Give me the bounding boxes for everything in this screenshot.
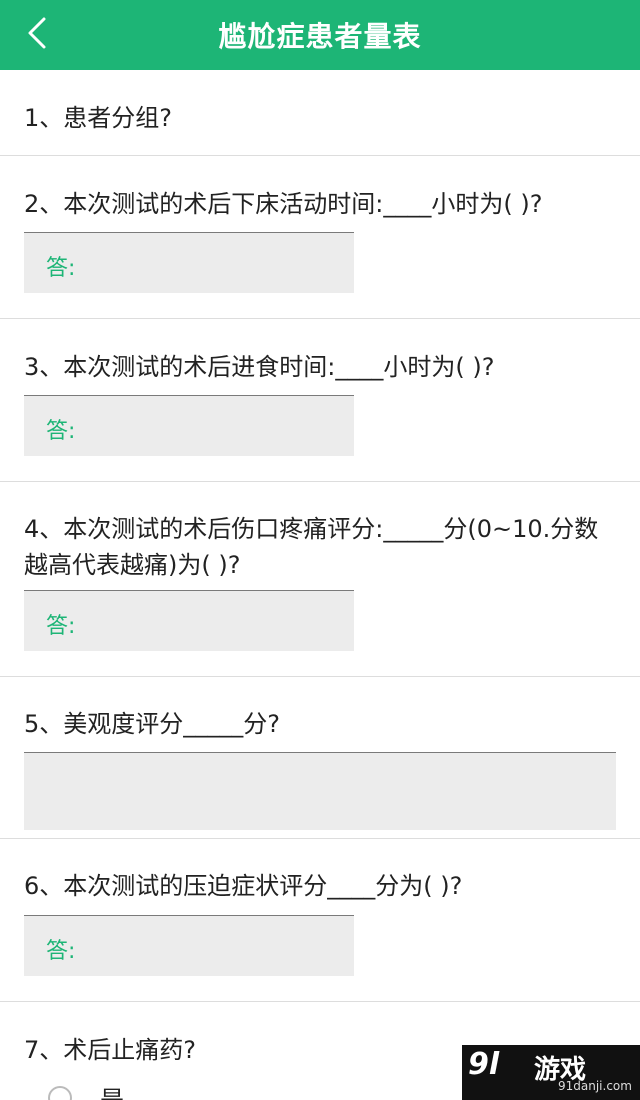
option-label: 是 [100,1086,124,1100]
question-2-text: 2、本次测试的术后下床活动时间:____小时为( )? [24,190,543,218]
divider [0,481,640,482]
question-5-answer-field[interactable] [24,752,616,830]
question-5-text: 5、美观度评分_____分? [24,710,281,738]
watermark-logo: 9l 游戏 91danji.com [462,1045,640,1100]
divider [0,838,640,839]
divider [0,155,640,156]
back-button[interactable] [14,10,60,56]
divider [0,1001,640,1002]
watermark-number: 9l [468,1047,500,1082]
question-4-answer-field[interactable]: 答: [24,590,354,651]
chevron-left-icon [28,17,46,49]
question-2-answer-field[interactable]: 答: [24,232,354,293]
question-3-answer-field[interactable]: 答: [24,395,354,456]
answer-label: 答: [46,256,76,281]
question-3-text: 3、本次测试的术后进食时间:____小时为( )? [24,353,495,381]
watermark-domain: 91danji.com [558,1079,632,1093]
divider [0,676,640,677]
app-header: 尴尬症患者量表 [0,0,640,70]
answer-label: 答: [46,419,76,444]
page-title: 尴尬症患者量表 [218,20,422,53]
question-1-text: 1、患者分组? [24,104,173,132]
answer-label: 答: [46,614,76,639]
radio-button[interactable] [48,1085,72,1100]
question-7-option-yes[interactable]: 是 [48,1080,124,1100]
answer-label: 答: [46,939,76,964]
question-4-text: 4、本次测试的术后伤口疼痛评分:_____分(0~10.分数越高代表越痛)为( … [24,515,599,579]
question-6-text: 6、本次测试的压迫症状评分____分为( )? [24,872,463,900]
divider [0,318,640,319]
question-6-answer-field[interactable]: 答: [24,915,354,976]
